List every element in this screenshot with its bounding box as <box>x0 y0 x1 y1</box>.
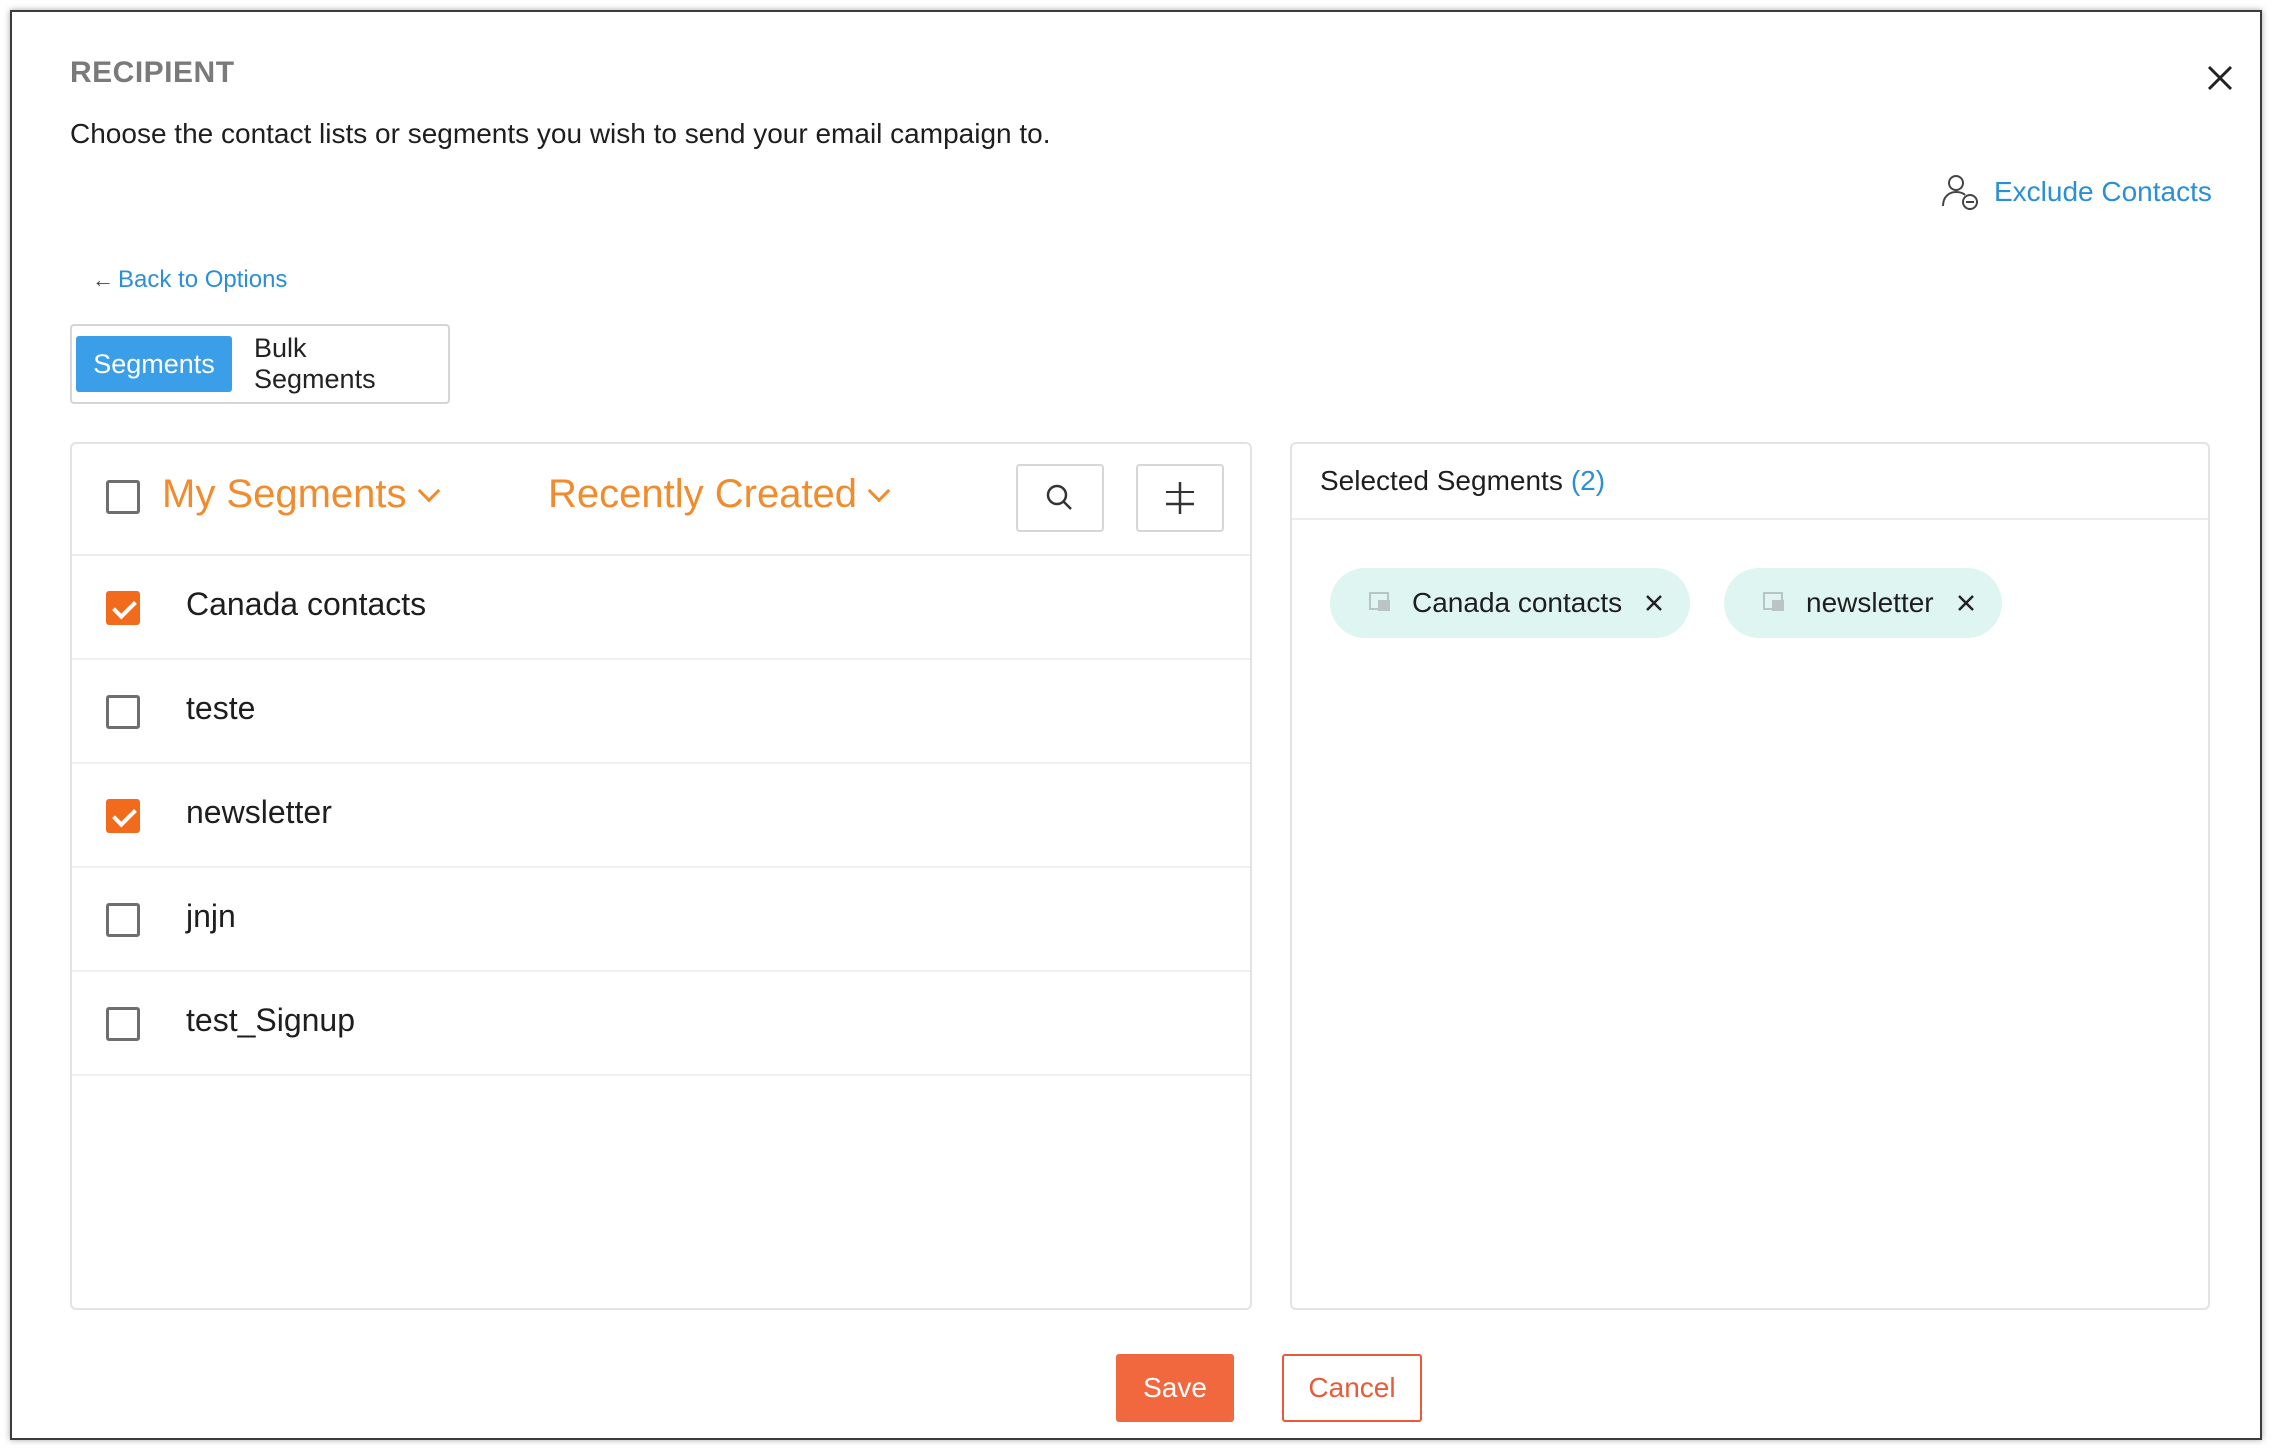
segment-checkbox[interactable] <box>106 799 140 833</box>
close-icon <box>1646 595 1663 611</box>
tab-bulk-segments[interactable]: Bulk Segments <box>236 333 436 394</box>
selected-segment-chip: newsletter <box>1724 568 2002 638</box>
modal-description: Choose the contact lists or segments you… <box>70 118 1051 149</box>
close-icon <box>1957 595 1974 611</box>
save-button[interactable]: Save <box>1116 1354 1234 1422</box>
recently-created-dropdown[interactable]: Recently Created <box>548 472 891 517</box>
segment-label: teste <box>186 690 256 726</box>
segments-list-header: My Segments Recently Created <box>72 444 1250 556</box>
recipient-modal: RECIPIENT Choose the contact lists or se… <box>10 10 2262 1440</box>
segment-label: jnjn <box>186 898 236 934</box>
selected-segments-panel: Selected Segments (2) Canada contacts ne… <box>1290 442 2210 1310</box>
chevron-down-icon <box>867 479 891 502</box>
segment-type-tabs: Segments Bulk Segments <box>70 324 450 404</box>
segment-label: test_Signup <box>186 1002 356 1038</box>
recently-created-label: Recently Created <box>548 472 858 516</box>
user-minus-icon <box>1942 175 1978 210</box>
segments-list-panel: My Segments Recently Created Canada cont… <box>70 442 1252 1310</box>
segment-row[interactable]: Canada contacts <box>72 556 1250 660</box>
chevron-down-icon <box>417 479 440 502</box>
search-button[interactable] <box>1016 464 1104 532</box>
back-to-options-link[interactable]: ← Back to Options <box>92 266 287 294</box>
segment-row[interactable]: test_Signup <box>72 972 1250 1076</box>
segment-row[interactable]: jnjn <box>72 868 1250 972</box>
plus-icon <box>1166 482 1194 514</box>
segment-checkbox[interactable] <box>106 695 140 729</box>
my-segments-label: My Segments <box>162 472 407 516</box>
tab-segments[interactable]: Segments <box>76 336 232 392</box>
segment-row[interactable]: teste <box>72 660 1250 764</box>
segment-row[interactable]: newsletter <box>72 764 1250 868</box>
segment-label: newsletter <box>186 794 332 830</box>
arrow-left-icon: ← <box>92 267 114 292</box>
selected-segments-header: Selected Segments (2) <box>1292 444 2208 520</box>
segment-icon <box>1763 592 1784 611</box>
remove-chip-button[interactable] <box>1644 593 1664 613</box>
search-icon <box>1046 484 1072 510</box>
back-to-options-label: Back to Options <box>118 266 288 293</box>
segment-checkbox[interactable] <box>106 1007 140 1041</box>
add-segment-button[interactable] <box>1136 464 1224 532</box>
segment-label: Canada contacts <box>186 586 427 622</box>
selected-segments-count: (2) <box>1570 465 1606 496</box>
remove-chip-button[interactable] <box>1956 593 1976 613</box>
close-icon <box>2207 65 2233 91</box>
select-all-checkbox[interactable] <box>106 480 140 514</box>
modal-title: RECIPIENT <box>70 56 235 89</box>
exclude-contacts-link[interactable]: Exclude Contacts <box>1940 170 2212 214</box>
chip-label: Canada contacts <box>1412 587 1623 618</box>
selected-segment-chip: Canada contacts <box>1330 568 1691 638</box>
close-button[interactable] <box>2198 56 2242 100</box>
exclude-contacts-label: Exclude Contacts <box>1994 176 2212 207</box>
chip-label: newsletter <box>1806 587 1934 618</box>
cancel-button[interactable]: Cancel <box>1282 1354 1422 1422</box>
segment-checkbox[interactable] <box>106 591 140 625</box>
segment-checkbox[interactable] <box>106 903 140 937</box>
selected-segments-title: Selected Segments <box>1320 465 1563 496</box>
my-segments-dropdown[interactable]: My Segments <box>162 472 440 517</box>
segment-icon <box>1369 592 1390 611</box>
